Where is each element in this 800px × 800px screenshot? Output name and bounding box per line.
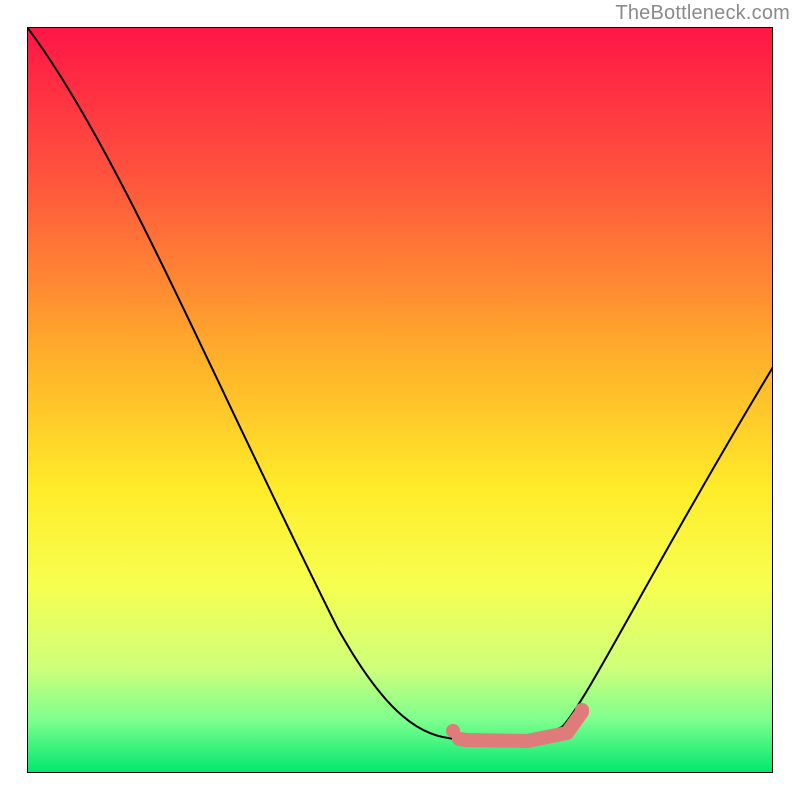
chart-canvas: TheBottleneck.com [0,0,800,800]
attribution-text: TheBottleneck.com [615,2,790,25]
bottleneck-curve [27,27,773,740]
chart-svg [27,27,773,773]
marker-right [575,703,589,717]
marker-left [446,724,460,738]
bottom-highlight-segment [459,712,582,741]
